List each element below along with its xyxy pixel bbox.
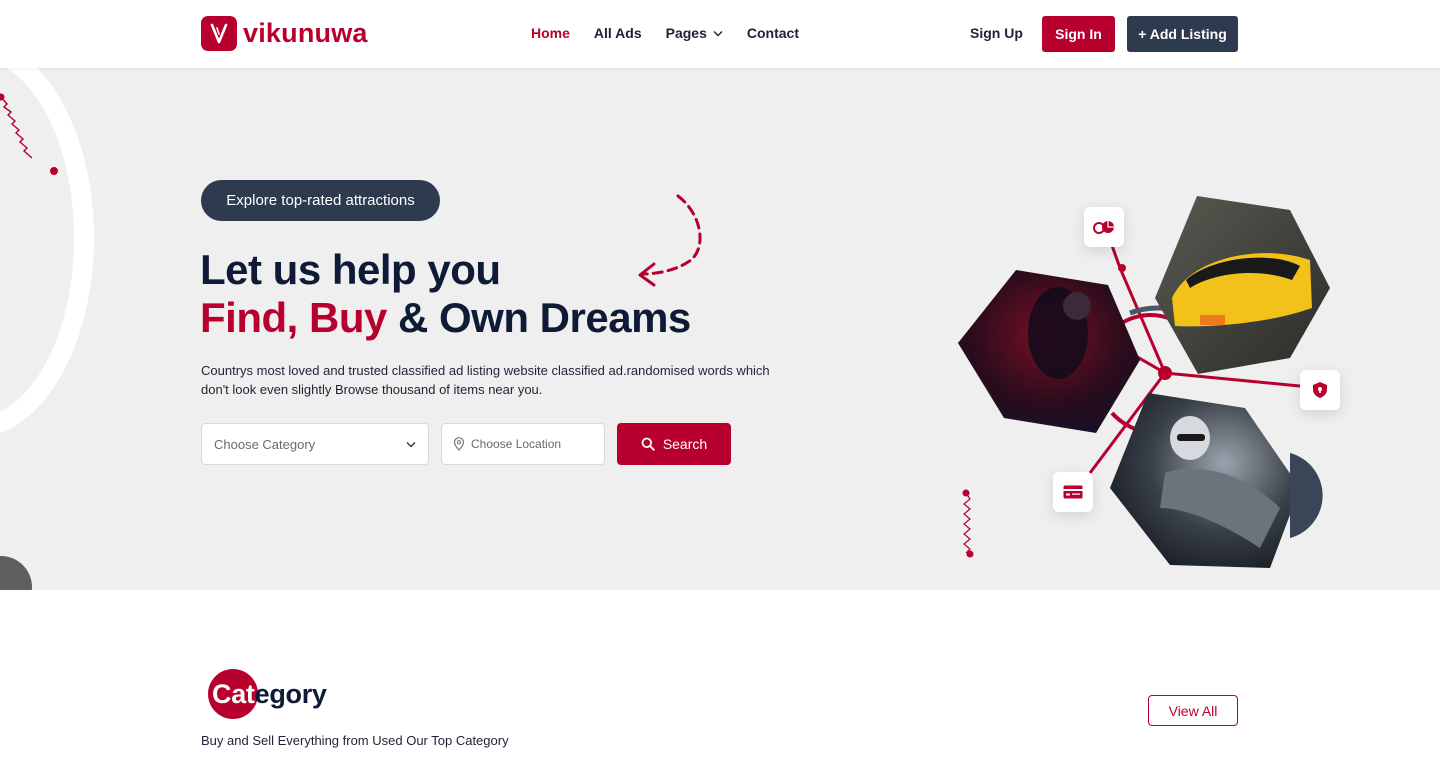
category-title: Category xyxy=(212,679,327,710)
chevron-down-icon xyxy=(406,441,416,447)
decorative-squiggle xyxy=(0,93,58,175)
category-section-title: Category xyxy=(208,669,327,719)
category-select[interactable]: Choose Category xyxy=(201,423,429,465)
logo-text: vikunuwa xyxy=(243,18,368,48)
search-button-label: Search xyxy=(662,436,708,452)
hero-pill-badge: Explore top-rated attractions xyxy=(201,180,440,221)
sign-up-link[interactable]: Sign Up xyxy=(970,25,1023,41)
nav-pages[interactable]: Pages xyxy=(666,25,723,41)
add-listing-button[interactable]: + Add Listing xyxy=(1127,16,1238,52)
hero-headline-line-2: Find, Buy & Own Dreams xyxy=(200,294,691,342)
nav-home[interactable]: Home xyxy=(531,25,570,41)
logo-icon xyxy=(201,16,237,51)
site-header: vikunuwa Home All Ads Pages Contact Sign… xyxy=(0,0,1440,68)
headline-find: Find, xyxy=(200,294,298,341)
hero-headline-line-1: Let us help you xyxy=(200,246,501,293)
headline-own-dreams: & Own Dreams xyxy=(398,294,691,341)
chart-card-icon xyxy=(1084,207,1124,247)
nav-all-ads[interactable]: All Ads xyxy=(594,25,642,41)
sign-in-button[interactable]: Sign In xyxy=(1042,16,1115,52)
category-subtitle: Buy and Sell Everything from Used Our To… xyxy=(201,733,509,748)
view-all-button[interactable]: View All xyxy=(1148,695,1238,726)
nav-contact[interactable]: Contact xyxy=(747,25,799,41)
credit-card-icon xyxy=(1053,472,1093,512)
main-nav: Home All Ads Pages Contact xyxy=(531,25,799,41)
location-placeholder: Choose Location xyxy=(471,437,562,451)
location-input[interactable]: Choose Location xyxy=(441,423,605,465)
hexagon-collage xyxy=(958,196,1330,568)
chevron-down-icon xyxy=(713,30,723,36)
dashed-arrow-icon xyxy=(638,194,702,287)
hero-description: Countrys most loved and trusted classifi… xyxy=(201,363,770,397)
headline-buy: Buy xyxy=(308,294,387,341)
hero-illustration xyxy=(940,188,1360,588)
location-pin-icon xyxy=(453,437,465,451)
decorative-circle xyxy=(0,556,32,590)
shield-icon xyxy=(1300,370,1340,410)
search-button[interactable]: Search xyxy=(617,423,731,465)
search-icon xyxy=(641,437,655,451)
nav-pages-label: Pages xyxy=(665,25,707,41)
hero-section: Explore top-rated attractions Let us hel… xyxy=(0,68,1440,590)
category-title-rest: egory xyxy=(254,679,327,709)
category-select-value: Choose Category xyxy=(214,436,316,452)
logo[interactable]: vikunuwa xyxy=(201,16,368,51)
category-title-highlight: Cat xyxy=(212,679,255,709)
